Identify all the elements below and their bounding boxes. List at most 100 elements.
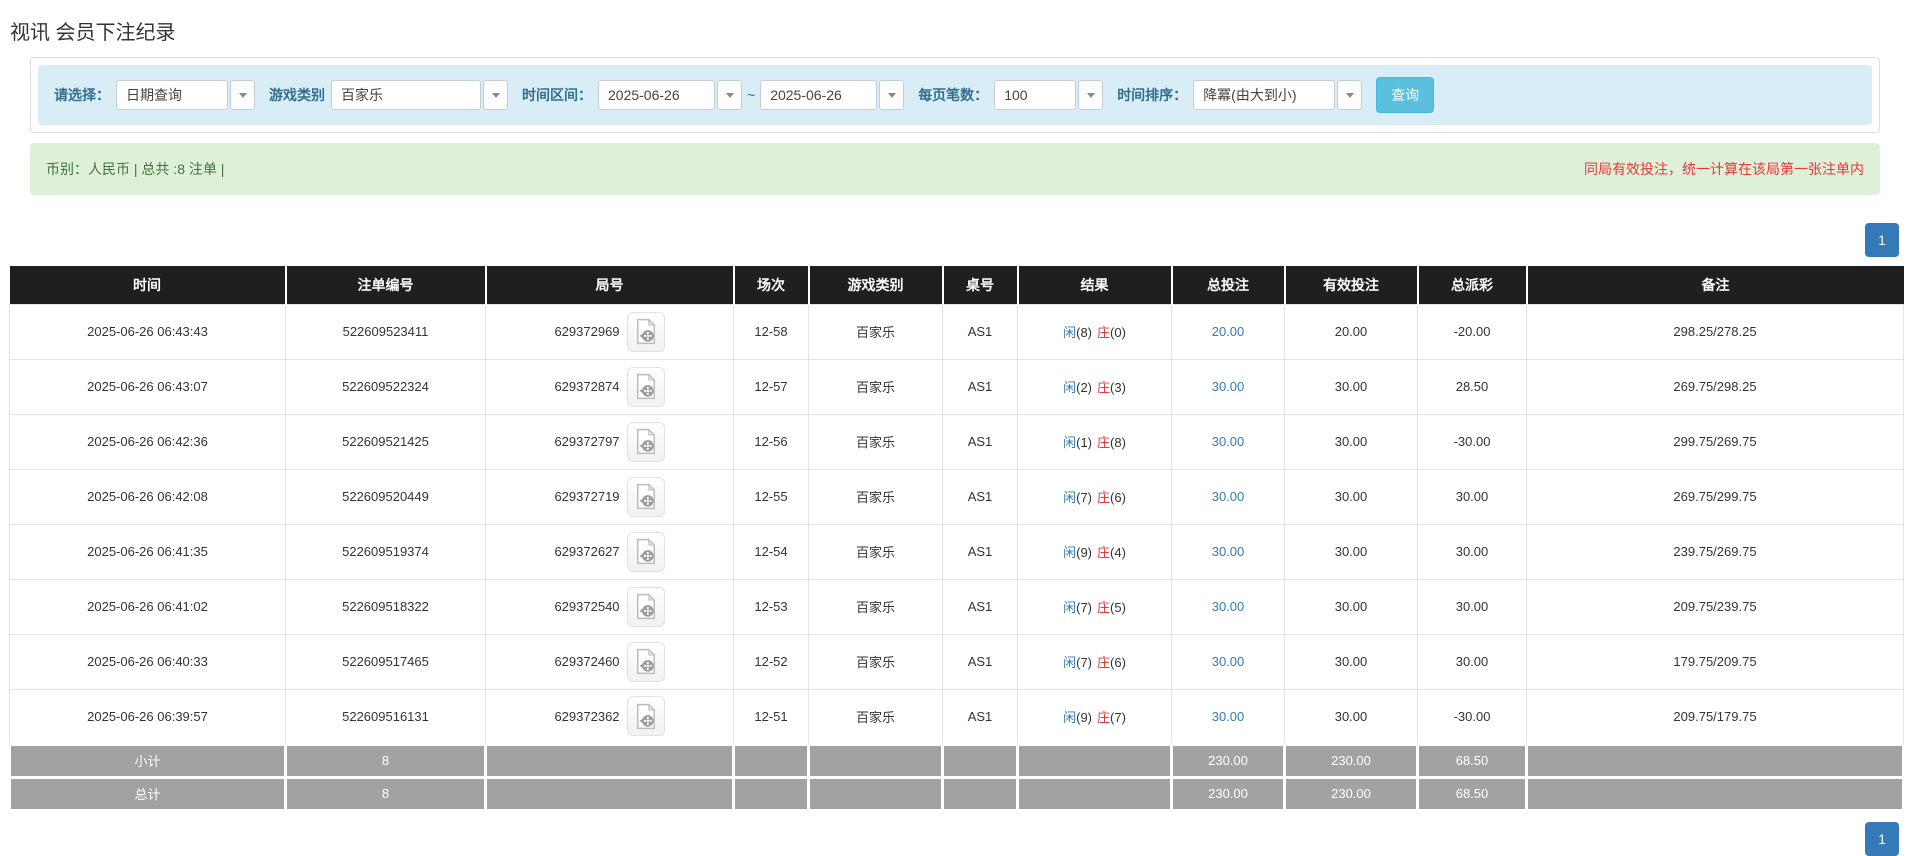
cell-valid-bet: 30.00 — [1284, 578, 1418, 635]
game-type-dropdown-button[interactable] — [483, 80, 508, 110]
total-empty-cell — [941, 775, 1019, 812]
result-banker-value: (6) — [1110, 490, 1126, 505]
cell-result: 闲(1) 庄(8) — [1017, 413, 1172, 470]
cell-time: 2025-06-26 06:43:43 — [9, 303, 286, 360]
result-banker-label: 庄 — [1097, 435, 1111, 450]
cell-bet-id: 522609523411 — [285, 303, 486, 360]
result-player-label: 闲 — [1063, 435, 1077, 450]
result-banker-label: 庄 — [1097, 709, 1111, 725]
video-file-icon — [636, 538, 655, 565]
total-bet-link[interactable]: 30.00 — [1212, 709, 1245, 724]
cell-round: 629372969 — [485, 303, 734, 360]
page-1-button-bottom[interactable]: 1 — [1865, 821, 1899, 856]
cell-time: 2025-06-26 06:43:07 — [9, 358, 286, 415]
time-sort-select[interactable]: 降冪(由大到小) — [1193, 80, 1336, 110]
table-row: 2025-06-26 06:41:02 522609518322 6293725… — [9, 578, 1904, 635]
table-row: 2025-06-26 06:40:33 522609517465 6293724… — [9, 633, 1904, 690]
total-empty-cell — [732, 742, 810, 779]
video-replay-button[interactable] — [626, 531, 665, 572]
cell-table-no: AS1 — [942, 688, 1018, 745]
cell-valid-bet: 30.00 — [1284, 358, 1418, 415]
cell-valid-bet: 20.00 — [1284, 303, 1418, 360]
result-banker-label: 庄 — [1097, 380, 1111, 395]
valid-bet-sum: 230.00 — [1283, 775, 1419, 812]
cell-bet-id: 522609517465 — [285, 633, 486, 690]
total-bet-link[interactable]: 30.00 — [1212, 489, 1245, 504]
cell-result: 闲(8) 庄(0) — [1017, 303, 1172, 360]
result-player-label: 闲 — [1063, 380, 1077, 395]
date-range-label: 时间区间： — [522, 87, 592, 103]
column-header-7: 总投注 — [1170, 266, 1285, 304]
date-to-input[interactable]: 2025-06-26 — [760, 80, 878, 110]
page-size-dropdown-button[interactable] — [1078, 80, 1104, 110]
cell-valid-bet: 30.00 — [1284, 523, 1418, 580]
cell-payout: 30.00 — [1417, 523, 1527, 580]
total-bet-link[interactable]: 30.00 — [1212, 379, 1245, 394]
cell-time: 2025-06-26 06:41:02 — [9, 578, 286, 635]
cell-remark: 298.25/278.25 — [1526, 303, 1904, 360]
search-button[interactable]: 查询 — [1376, 77, 1435, 113]
cell-round: 629372627 — [485, 523, 734, 580]
cell-result: 闲(9) 庄(7) — [1017, 688, 1172, 745]
cell-round: 629372797 — [485, 413, 734, 470]
video-replay-button[interactable] — [626, 586, 665, 627]
cell-remark: 209.75/179.75 — [1526, 688, 1904, 745]
column-header-6: 结果 — [1016, 266, 1172, 304]
video-replay-button[interactable] — [626, 311, 665, 352]
total-row: 总计 8 230.00 230.00 68.50 — [8, 775, 1905, 812]
video-replay-button[interactable] — [626, 641, 665, 682]
date-type-label: 请选择： — [54, 87, 110, 103]
page-1-button[interactable]: 1 — [1865, 223, 1899, 257]
cell-total-bet: 30.00 — [1171, 468, 1285, 525]
page-title: 视讯 会员下注纪录 — [10, 22, 176, 44]
date-from-dropdown-button[interactable] — [717, 80, 742, 110]
cell-game-type: 百家乐 — [808, 633, 943, 690]
game-type-select[interactable]: 百家乐 — [331, 80, 481, 110]
page-size-select[interactable]: 100 — [994, 80, 1077, 110]
total-bet-link[interactable]: 20.00 — [1212, 324, 1245, 339]
cell-table-no: AS1 — [942, 468, 1018, 525]
table-row: 2025-06-26 06:43:43 522609523411 6293729… — [9, 303, 1904, 360]
date-from-input[interactable]: 2025-06-26 — [598, 80, 715, 110]
cell-total-bet: 30.00 — [1171, 523, 1285, 580]
table-row: 2025-06-26 06:43:07 522609522324 6293728… — [9, 358, 1904, 415]
round-number: 629372797 — [554, 434, 620, 449]
cell-table-no: AS1 — [942, 303, 1018, 360]
cell-remark: 209.75/239.75 — [1526, 578, 1904, 635]
date-type-combobox: 日期查询 — [116, 80, 255, 110]
video-replay-button[interactable] — [626, 366, 665, 407]
total-bet-link[interactable]: 30.00 — [1212, 544, 1245, 559]
date-type-select[interactable]: 日期查询 — [116, 80, 228, 110]
video-replay-button[interactable] — [626, 696, 665, 736]
total-bet-link[interactable]: 30.00 — [1212, 654, 1245, 669]
cell-game-type: 百家乐 — [808, 523, 943, 580]
result-banker-value: (0) — [1110, 325, 1126, 340]
total-empty-cell — [1525, 742, 1905, 779]
cell-session: 12-54 — [733, 523, 809, 580]
total-bet-link[interactable]: 30.00 — [1212, 434, 1245, 449]
cell-bet-id: 522609521425 — [285, 413, 486, 470]
cell-payout: 30.00 — [1417, 468, 1527, 525]
result-player-value: (9) — [1076, 545, 1092, 560]
time-sort-dropdown-button[interactable] — [1337, 80, 1363, 110]
cell-session: 12-52 — [733, 633, 809, 690]
table-header: 时间 注单编号 局号 场次 游戏类别 桌号 结果 总投注 有效投注 总派彩 备注 — [9, 266, 1904, 304]
video-file-icon — [636, 593, 655, 620]
video-replay-button[interactable] — [626, 476, 665, 517]
time-sort-label: 时间排序： — [1117, 87, 1188, 103]
cell-payout: -30.00 — [1417, 688, 1527, 745]
payout-sum: 68.50 — [1416, 775, 1528, 812]
total-bet-link[interactable]: 30.00 — [1212, 599, 1245, 614]
result-banker-label: 庄 — [1097, 325, 1111, 340]
table-row: 2025-06-26 06:41:35 522609519374 6293726… — [9, 523, 1904, 580]
cell-round: 629372362 — [485, 688, 734, 745]
video-replay-button[interactable] — [626, 421, 665, 462]
cell-game-type: 百家乐 — [808, 468, 943, 525]
column-header-8: 有效投注 — [1283, 266, 1418, 304]
date-to-dropdown-button[interactable] — [879, 80, 905, 110]
cell-total-bet: 20.00 — [1171, 303, 1285, 360]
cell-bet-id: 522609522324 — [285, 358, 486, 415]
cell-bet-id: 522609519374 — [285, 523, 486, 580]
date-type-dropdown-button[interactable] — [230, 80, 255, 110]
cell-session: 12-51 — [733, 688, 809, 745]
